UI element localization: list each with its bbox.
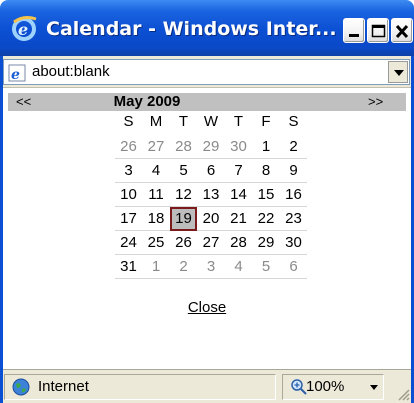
day-cell[interactable]: 10 [115,183,142,207]
day-cell[interactable]: 1 [253,135,280,159]
day-cell[interactable]: 2 [280,135,307,159]
address-dropdown-button[interactable] [388,61,408,83]
weekday-label: W [203,113,219,130]
globe-icon [12,378,30,396]
day-cell[interactable]: 4 [225,255,252,279]
weekday-label: M [149,113,163,130]
ie-page-icon: e [8,64,26,82]
internet-explorer-icon: e [12,16,37,41]
day-cell[interactable]: 14 [225,183,252,207]
day-cell[interactable]: 8 [253,159,280,183]
status-bar: Internet 100% [0,369,414,403]
calendar-grid: SMTWTFS 26 27 28 29 30 1 2 3 4 5 6 7 8 9 10 11 12 13 14 15 1… [115,111,307,279]
address-text[interactable]: about:blank [32,60,110,84]
address-field[interactable]: e about:blank [3,59,410,85]
weekday-label: T [178,113,189,130]
week-row: 17 18 19 20 21 22 23 [115,207,307,231]
next-month-link[interactable]: >> [368,93,383,111]
week-row: 10 11 12 13 14 15 16 [115,183,307,207]
day-cell[interactable]: 24 [115,231,142,255]
day-cell[interactable]: 30 [225,135,252,159]
day-cell[interactable]: 28 [170,135,197,159]
close-row: Close [0,299,414,317]
weekday-label: F [261,113,271,130]
weekday-label: S [288,113,299,130]
day-cell[interactable]: 1 [143,255,170,279]
week-row: 3456789 [115,159,307,183]
selected-day-cell[interactable]: 19 [170,207,197,231]
week-row: 26 27 28 29 30 1 2 [115,135,307,159]
minimize-icon [349,34,359,37]
day-cell[interactable]: 27 [198,231,225,255]
close-window-button[interactable] [391,18,413,43]
day-cell[interactable]: 27 [143,135,170,159]
day-cell[interactable]: 2 [170,255,197,279]
day-cell[interactable]: 29 [198,135,225,159]
day-cell[interactable]: 31 [115,255,142,279]
svg-text:e: e [11,67,20,82]
day-cell[interactable]: 5 [253,255,280,279]
day-cell[interactable]: 30 [280,231,307,255]
maximize-icon [371,24,386,38]
day-cell[interactable]: 20 [198,207,225,231]
minimize-button[interactable] [343,18,365,43]
calendar-header: << May 2009 >> [8,93,406,111]
day-cell[interactable]: 16 [280,183,307,207]
day-cell[interactable]: 6 [280,255,307,279]
day-cell[interactable]: 4 [143,159,170,183]
day-cell[interactable]: 13 [198,183,225,207]
window-title: Calendar - Windows Inter... [46,18,336,40]
day-cell[interactable]: 12 [170,183,197,207]
day-cell[interactable]: 18 [143,207,170,231]
day-cell[interactable]: 15 [253,183,280,207]
address-bar: e about:blank [0,56,414,88]
day-cell[interactable]: 6 [198,159,225,183]
day-cell[interactable]: 11 [143,183,170,207]
window-frame-left [0,56,3,403]
day-cell[interactable]: 21 [225,207,252,231]
day-cell[interactable]: 17 [115,207,142,231]
day-cell[interactable]: 23 [280,207,307,231]
day-cell[interactable]: 3 [115,159,142,183]
day-cell[interactable]: 26 [170,231,197,255]
close-icon [395,24,409,39]
browser-window: e Calendar - Windows Inter... e about:bl… [0,0,414,403]
day-cell[interactable]: 29 [253,231,280,255]
close-link[interactable]: Close [188,299,226,316]
month-title: May 2009 [113,93,181,110]
day-cell[interactable]: 25 [143,231,170,255]
day-cell[interactable]: 3 [198,255,225,279]
calendar-page: << May 2009 >> SMTWTFS 26 27 28 29 30 1 2 3 4 5 6 7… [0,89,414,369]
day-cell[interactable]: 28 [225,231,252,255]
zoom-icon[interactable] [291,379,307,395]
resize-grip-icon[interactable] [396,387,410,401]
zoom-level[interactable]: 100% [306,374,344,400]
weekday-label: T [233,113,244,130]
title-bar[interactable]: e Calendar - Windows Inter... [0,0,414,56]
day-cell[interactable]: 22 [253,207,280,231]
weekday-header-row: SMTWTFS [115,111,307,135]
chevron-down-icon [394,70,404,76]
maximize-button[interactable] [367,18,389,43]
zoom-dropdown-icon[interactable] [370,385,378,391]
day-cell[interactable]: 5 [170,159,197,183]
security-zone-label[interactable]: Internet [38,374,89,400]
svg-text:e: e [18,20,28,39]
week-row: 24 25 26 27 28 29 30 [115,231,307,255]
week-row: 31 1 2 3 4 5 6 [115,255,307,279]
day-cell[interactable]: 7 [225,159,252,183]
weekday-label: S [123,113,134,130]
day-cell[interactable]: 26 [115,135,142,159]
day-cell[interactable]: 9 [280,159,307,183]
